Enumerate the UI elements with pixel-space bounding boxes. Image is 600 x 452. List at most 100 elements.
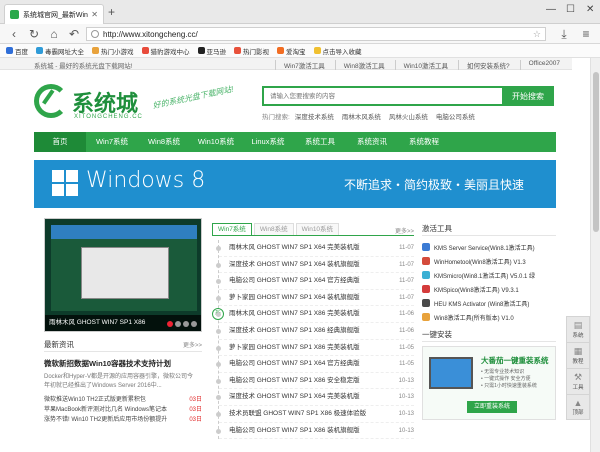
top-link[interactable]: Win10激活工具 bbox=[394, 60, 448, 70]
list-item[interactable]: 雨林木风 GHOST WIN7 SP1 X64 完美装机版 11-07 bbox=[216, 240, 414, 257]
banner-slogan: 不断追求・简约极致・美丽且快速 bbox=[344, 178, 525, 192]
list-item[interactable]: HEU KMS Activator (Win8激活工具) bbox=[422, 296, 556, 310]
slide-dots bbox=[165, 321, 197, 327]
slide-dot[interactable] bbox=[191, 321, 197, 327]
close-tab-icon[interactable]: ✕ bbox=[91, 10, 98, 19]
nav-win8[interactable]: Win8系统 bbox=[138, 132, 190, 152]
nav-news[interactable]: 系统资讯 bbox=[346, 132, 398, 152]
nav-win7[interactable]: Win7系统 bbox=[86, 132, 138, 152]
dock-top[interactable]: ▲ 顶部 bbox=[567, 395, 589, 421]
list-item[interactable]: 萝卜家园 GHOST WIN7 SP1 X86 完美装机版 11-05 bbox=[216, 340, 414, 357]
bookmark-item[interactable]: 毒霸网址大全 bbox=[36, 46, 84, 56]
list-item[interactable]: 深度技术 GHOST WIN7 SP1 X86 经典旗舰版 11-06 bbox=[216, 323, 414, 340]
bookmark-item[interactable]: 爱淘宝 bbox=[277, 46, 306, 56]
bookmark-item[interactable]: 亚马逊 bbox=[197, 46, 226, 56]
tool-icon bbox=[422, 271, 430, 279]
bookmark-item[interactable]: 百度 bbox=[6, 46, 28, 56]
tutorial-icon: ▦ bbox=[573, 346, 583, 356]
nav-home[interactable]: 首页 bbox=[34, 132, 86, 152]
menu-icon[interactable]: ≡ bbox=[578, 26, 594, 42]
list-item[interactable]: 雨林木风 GHOST WIN7 SP1 X86 完美装机版 11-06 bbox=[216, 306, 414, 323]
hot-search-link[interactable]: 风林火山系统 bbox=[389, 111, 428, 121]
news-headline[interactable]: 微软新招数据Win10容器技术支持计划 bbox=[44, 358, 202, 369]
nav-linux[interactable]: Linux系统 bbox=[242, 132, 294, 152]
tab-win7[interactable]: Win7系统 bbox=[212, 223, 252, 235]
list-item[interactable]: 电脑公司 GHOST WIN7 SP1 X86 装机旗舰版 10-13 bbox=[216, 423, 414, 440]
page-scrollbar[interactable] bbox=[590, 58, 600, 452]
list-item[interactable]: Win8激活工具(所有版本) V1.0 bbox=[422, 310, 556, 324]
system-more-link[interactable]: 更多>> bbox=[395, 226, 414, 235]
top-link[interactable]: Office2007 bbox=[519, 60, 560, 70]
hot-search-link[interactable]: 电脑公司系统 bbox=[436, 111, 475, 121]
url-text[interactable]: http://www.xitongcheng.cc/ bbox=[103, 30, 533, 39]
taobao-icon bbox=[277, 47, 284, 54]
game-icon bbox=[92, 47, 99, 54]
windows8-banner[interactable]: Windows 8 不断追求・简约极致・美丽且快速 bbox=[34, 160, 556, 208]
list-item[interactable]: 电脑公司 GHOST WIN7 SP1 X64 官方经典版 11-05 bbox=[216, 356, 414, 373]
list-item[interactable]: 涨势不错! Win10 TH2更新后应用市场份额提升 03日 bbox=[44, 415, 202, 425]
news-header: 最新资讯 更多>> bbox=[44, 338, 202, 352]
close-window-icon[interactable]: ✕ bbox=[586, 4, 594, 15]
home-icon[interactable]: ⌂ bbox=[46, 26, 62, 42]
undo-icon[interactable]: ↶ bbox=[66, 26, 82, 42]
featured-slide[interactable]: 雨林木风 GHOST WIN7 SP1 X86 bbox=[44, 218, 202, 332]
nav-win10[interactable]: Win10系统 bbox=[190, 132, 242, 152]
nav-tools[interactable]: 系统工具 bbox=[294, 132, 346, 152]
new-tab-icon[interactable]: + bbox=[108, 5, 115, 19]
slide-dot[interactable] bbox=[175, 321, 181, 327]
list-item[interactable]: WinHometool(Win8激活工具) V1.3 bbox=[422, 254, 556, 268]
refresh-icon[interactable]: ↻ bbox=[26, 26, 42, 42]
dock-tutorial[interactable]: ▦ 教程 bbox=[567, 343, 589, 369]
list-item[interactable]: 电脑公司 GHOST WIN7 SP1 X86 安全稳定版 10-13 bbox=[216, 373, 414, 390]
list-item[interactable]: 萝卜家园 GHOST WIN7 SP1 X64 装机旗舰版 11-07 bbox=[216, 290, 414, 307]
bookmark-star-icon[interactable]: ☆ bbox=[533, 29, 541, 40]
list-item[interactable]: 微软推送Win10 TH2正式版更新累积包 03日 bbox=[44, 395, 202, 405]
top-strip: 系统城 - 最好的系统光盘下载网站! Win7激活工具 Win8激活工具 Win… bbox=[0, 58, 572, 70]
list-item[interactable]: KMSpico(Win8激活工具) V9.3.1 bbox=[422, 282, 556, 296]
tool-icon bbox=[422, 243, 430, 251]
list-item[interactable]: 电脑公司 GHOST WIN7 SP1 X64 官方经典版 11-07 bbox=[216, 273, 414, 290]
list-item[interactable]: 深度技术 GHOST WIN7 SP1 X64 装机旗舰版 11-07 bbox=[216, 257, 414, 274]
search-button[interactable]: 开始搜索 bbox=[502, 86, 554, 106]
dock-tools[interactable]: ⚒ 工具 bbox=[567, 369, 589, 395]
top-link[interactable]: Win7激活工具 bbox=[274, 60, 325, 70]
list-item[interactable]: 苹果MacBook新评测对比几名 Windows笔记本 03日 bbox=[44, 405, 202, 415]
hot-search-link[interactable]: 深度技术系统 bbox=[295, 111, 334, 121]
bookmark-item[interactable]: 猎豹游戏中心 bbox=[141, 46, 190, 56]
download-icon[interactable]: ⤓ bbox=[556, 26, 572, 42]
scrollbar-thumb[interactable] bbox=[593, 72, 599, 232]
tools-icon: ⚒ bbox=[573, 372, 583, 382]
dock-system[interactable]: ▤ 系统 bbox=[567, 317, 589, 343]
list-item[interactable]: 深度技术 GHOST WIN7 SP1 X64 完美装机版 10-13 bbox=[216, 389, 414, 406]
nav-tutorials[interactable]: 系统教程 bbox=[398, 132, 450, 152]
list-item[interactable]: KMS Server Service(Win8.1激活工具) bbox=[422, 240, 556, 254]
search-input[interactable] bbox=[262, 86, 502, 106]
promo-title: 大番茄一键重装系统 bbox=[481, 356, 549, 365]
list-item[interactable]: KMSmicro(Win8.1激活工具) V5.0.1 绿 bbox=[422, 268, 556, 282]
install-promo[interactable]: 大番茄一键重装系统 • 无需专业技术知识 • 一键式操作 安全方便 • 只需1小… bbox=[422, 346, 556, 420]
tab-win8[interactable]: Win8系统 bbox=[253, 223, 294, 235]
minimize-icon[interactable]: — bbox=[546, 4, 556, 15]
top-link[interactable]: 如何安装系统? bbox=[458, 60, 510, 70]
maximize-icon[interactable]: ☐ bbox=[566, 4, 575, 15]
bookmark-item[interactable]: 热门影视 bbox=[234, 46, 269, 56]
tool-icon bbox=[422, 285, 430, 293]
top-link[interactable]: Win8激活工具 bbox=[334, 60, 385, 70]
browser-tab[interactable]: 系统城官网_最新Windo ✕ bbox=[4, 4, 104, 24]
back-icon[interactable]: ‹ bbox=[6, 26, 22, 42]
windows-logo-icon bbox=[52, 170, 78, 196]
address-bar[interactable]: http://www.xitongcheng.cc/ ☆ bbox=[86, 27, 546, 41]
slide-dot[interactable] bbox=[167, 321, 173, 327]
video-icon bbox=[234, 47, 241, 54]
web-page: 系统城 - 最好的系统光盘下载网站! Win7激活工具 Win8激活工具 Win… bbox=[0, 58, 572, 452]
back-to-top-icon: ▲ bbox=[573, 398, 583, 408]
tab-win10[interactable]: Win10系统 bbox=[295, 223, 340, 235]
slide-dot[interactable] bbox=[183, 321, 189, 327]
list-item[interactable]: 技术员联盟 GHOST WIN7 SP1 X86 极速体验版 10-13 bbox=[216, 406, 414, 423]
bookmark-item[interactable]: 点击导入收藏 bbox=[313, 46, 362, 56]
bookmarks-bar: 百度 毒霸网址大全 热门小游戏 猎豹游戏中心 亚马逊 热门影视 爱淘宝 点击导入… bbox=[0, 44, 600, 58]
hot-search-link[interactable]: 雨林木风系统 bbox=[342, 111, 381, 121]
news-more-link[interactable]: 更多>> bbox=[183, 340, 202, 349]
reinstall-button[interactable]: 立即重装系统 bbox=[467, 401, 517, 413]
bookmark-item[interactable]: 热门小游戏 bbox=[92, 46, 134, 56]
